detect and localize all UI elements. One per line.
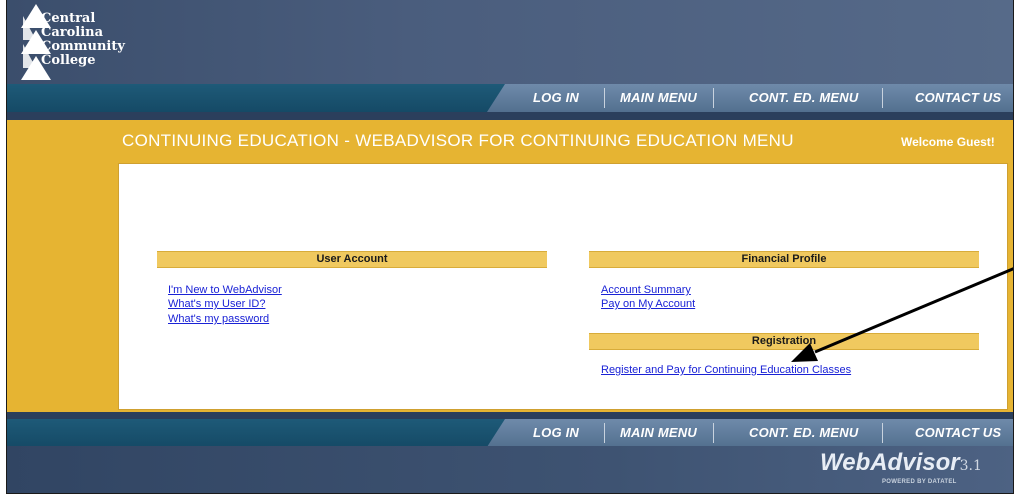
webadvisor-logo-name: WebAdvisor [820,449,960,476]
link-register-and-pay[interactable]: Register and Pay for Continuing Educatio… [601,364,851,376]
college-logo[interactable]: Central Carolina Community College [19,2,149,80]
menu-panel: User Account I'm New to WebAdvisor What'… [118,163,1008,410]
logo-line-college: College [41,53,96,68]
page-title: CONTINUING EDUCATION - WEBADVISOR FOR CO… [122,131,794,150]
link-account-summary[interactable]: Account Summary [601,284,691,296]
browser-page: Central Carolina Community College LOG I… [6,0,1014,494]
link-whats-my-user-id[interactable]: What's my User ID? [168,298,265,310]
webadvisor-logo-tagline: POWERED BY DATATEL [882,479,957,485]
user-account-header: User Account [157,251,547,268]
bottom-nav-contact-us[interactable]: CONTACT US [915,425,1001,440]
bottom-nav-log-in[interactable]: LOG IN [533,425,579,440]
link-new-to-webadvisor[interactable]: I'm New to WebAdvisor [168,284,282,296]
financial-profile-header: Financial Profile [589,251,979,268]
nav-cont-ed-menu[interactable]: CONT. ED. MENU [749,90,858,105]
logo-line-community: Community [41,39,125,54]
nav-main-menu[interactable]: MAIN MENU [620,90,697,105]
webadvisor-logo-version: 3.1 [959,458,982,474]
bottom-nav: LOG IN MAIN MENU CONT. ED. MENU CONTACT … [7,419,1013,447]
registration-header: Registration [589,333,979,350]
link-pay-on-my-account[interactable]: Pay on My Account [601,298,695,310]
bottom-nav-main-menu[interactable]: MAIN MENU [620,425,697,440]
nav-contact-us[interactable]: CONTACT US [915,90,1001,105]
site-header: Central Carolina Community College [7,0,1013,84]
link-whats-my-password[interactable]: What's my password [168,313,269,325]
nav-log-in[interactable]: LOG IN [533,90,579,105]
webadvisor-logo: WebAdvisor3.1 POWERED BY DATATEL [820,449,982,485]
welcome-message: Welcome Guest! [901,135,995,149]
top-nav: LOG IN MAIN MENU CONT. ED. MENU CONTACT … [7,84,1013,112]
logo-line-central: Central [41,11,96,26]
bottom-nav-cont-ed-menu[interactable]: CONT. ED. MENU [749,425,858,440]
logo-line-carolina: Carolina [41,25,104,40]
